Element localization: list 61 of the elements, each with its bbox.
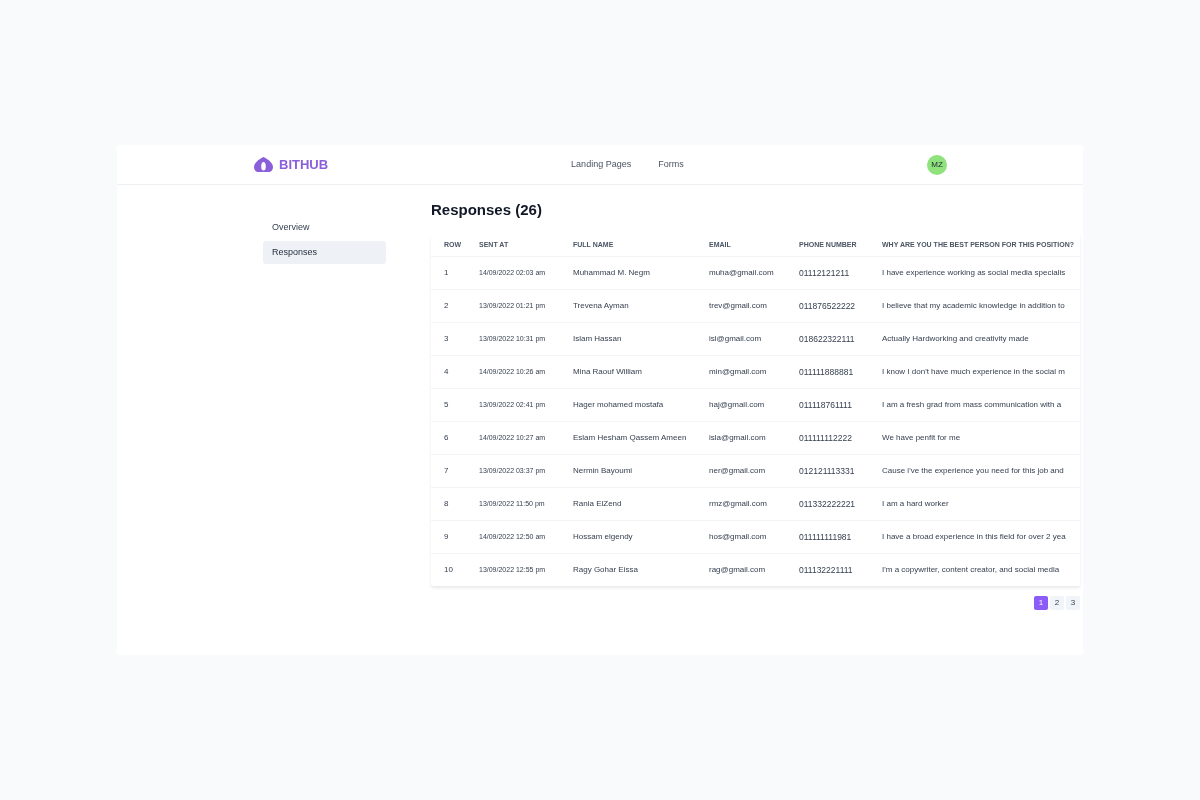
nav-link[interactable]: Forms bbox=[658, 157, 684, 172]
table-cell-text: Hager mohamed mostafa bbox=[573, 399, 665, 411]
table-cell-text: 8 bbox=[443, 498, 450, 510]
page-button[interactable]: 1 bbox=[1034, 596, 1048, 610]
table-cell-text: rag@gmail.com bbox=[709, 564, 767, 576]
table-cell-text: 01112121211 bbox=[799, 266, 851, 280]
table-cell-text: 011111111981 bbox=[799, 530, 853, 544]
table-cell-text: I am a hard worker bbox=[882, 498, 950, 510]
table-cell-text: We have penfit for me bbox=[882, 432, 962, 444]
table-cell-text: rmz@gmail.com bbox=[709, 498, 768, 510]
table-cell-text: I believe that my academic knowledge in addition to bbox=[882, 300, 1066, 312]
table-cell-text: I have a broad experience in this field for over 2 yea bbox=[882, 531, 1067, 543]
sidebar-item[interactable]: Overview bbox=[263, 216, 386, 239]
table-cell-text: ner@gmail.com bbox=[709, 465, 767, 477]
table-cell-text: I have experience working as social media specialis bbox=[882, 267, 1067, 279]
table-cell-text: 2 bbox=[443, 300, 450, 312]
table-cell-text: trev@gmail.com bbox=[709, 300, 768, 312]
table-cell-text: 10 bbox=[443, 564, 454, 576]
table-cell-text: 5 bbox=[443, 399, 450, 411]
page-title: Responses (26) bbox=[431, 201, 543, 219]
table-cell-text: 7 bbox=[443, 465, 450, 477]
table-cell-text: Cause i've the experience you need for this job and bbox=[882, 465, 1065, 477]
table-cell-text: isla@gmail.com bbox=[709, 432, 767, 444]
table-cell-text: I'm a copywriter, content creator, and social media bbox=[882, 564, 1061, 576]
table-cell-text: 3 bbox=[443, 333, 450, 345]
brand-name: BITHUB bbox=[279, 158, 329, 171]
page-button[interactable]: 3 bbox=[1066, 596, 1080, 610]
user-avatar[interactable]: MZ bbox=[927, 154, 947, 175]
table-cell-text: hos@gmail.com bbox=[709, 531, 768, 543]
table-cell-text: 011332222221 bbox=[799, 497, 857, 511]
nav-link[interactable]: Landing Pages bbox=[571, 157, 632, 172]
table-cell-text: 011132221111 bbox=[799, 563, 854, 577]
table-cell-text: Islam Hassan bbox=[573, 333, 623, 345]
table-cell-text: 018622322111 bbox=[799, 332, 856, 346]
table-cell-text: 011111112222 bbox=[799, 431, 853, 445]
table-cell-text: 011111888881 bbox=[799, 365, 855, 379]
sidebar-item[interactable]: Responses bbox=[263, 241, 386, 264]
table-cell-text: muha@gmail.com bbox=[709, 267, 775, 279]
table-cell-text: Trevena Ayman bbox=[573, 300, 630, 312]
table-cell-text: Ragy Gohar Eissa bbox=[573, 564, 639, 576]
table-cell-text: min@gmail.com bbox=[709, 366, 768, 378]
table-cell-text: Muhammad M. Negm bbox=[573, 267, 651, 279]
table-cell-text: I am a fresh grad from mass communication with a bbox=[882, 399, 1063, 411]
table-cell-text: isl@gmail.com bbox=[709, 333, 763, 345]
table-cell-text: haj@gmail.com bbox=[709, 399, 766, 411]
table-cell-text: Mina Raouf William bbox=[573, 366, 643, 378]
table-cell-text: Actually Hardworking and creativity made bbox=[882, 333, 1030, 345]
table-cell-text: Hossam elgendy bbox=[573, 531, 634, 543]
table-cell-text: 012121113331 bbox=[799, 464, 856, 478]
logo-icon bbox=[254, 157, 273, 172]
table-cell-text: 1 bbox=[443, 267, 450, 279]
table-cell-text: Eslam Hesham Qassem Ameen bbox=[573, 432, 688, 444]
table-cell-text: Nermin Bayoumi bbox=[573, 465, 634, 477]
table-cell-text: Rania ElZend bbox=[573, 498, 623, 510]
table-cell-text: 011876522222 bbox=[799, 299, 857, 313]
table-cell-text: 6 bbox=[443, 432, 450, 444]
table-cell-text: 9 bbox=[443, 531, 450, 543]
page-button[interactable]: 2 bbox=[1050, 596, 1064, 610]
table-cell-text: 011118761111 bbox=[799, 398, 853, 412]
table-cell-text: I know I don't have much experience in the social m bbox=[882, 366, 1066, 378]
table-cell-text: 4 bbox=[443, 366, 450, 378]
